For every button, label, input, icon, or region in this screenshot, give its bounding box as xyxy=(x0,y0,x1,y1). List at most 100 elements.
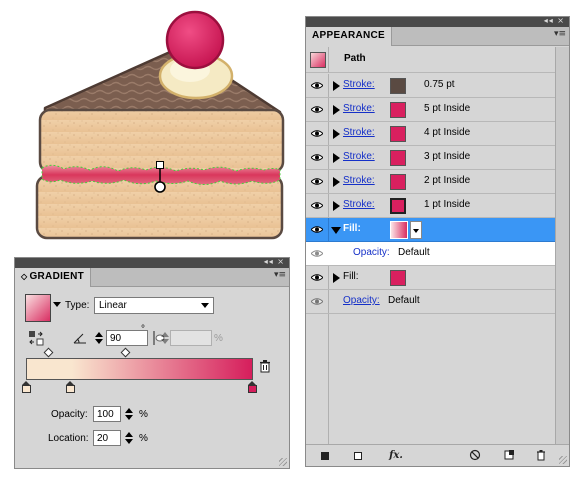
stroke-swatch[interactable] xyxy=(390,198,406,214)
angle-icon xyxy=(73,333,86,344)
appearance-row-stroke-1[interactable]: Stroke: 0.75 pt xyxy=(306,74,569,98)
stroke-weight[interactable]: 4 pt Inside xyxy=(424,127,470,138)
stroke-link[interactable]: Stroke: xyxy=(343,199,375,210)
opacity-link[interactable]: Opacity: xyxy=(353,247,390,258)
eye-column xyxy=(306,146,329,169)
eye-icon[interactable] xyxy=(311,153,323,162)
opacity-link[interactable]: Opacity: xyxy=(343,295,380,306)
tab-appearance[interactable]: APPEARANCE xyxy=(306,27,393,46)
expand-triangle-icon[interactable] xyxy=(333,81,340,91)
eye-icon[interactable] xyxy=(311,81,323,90)
panel-menu-icon[interactable]: ▾≡ xyxy=(554,29,566,39)
stroke-weight[interactable]: 3 pt Inside xyxy=(424,151,470,162)
gradient-fill-swatch[interactable] xyxy=(390,221,408,239)
gradient-slider[interactable] xyxy=(26,358,253,380)
stroke-swatch[interactable] xyxy=(390,174,406,190)
expand-triangle-icon[interactable] xyxy=(333,177,340,187)
type-select-value: Linear xyxy=(99,300,127,311)
stroke-swatch[interactable] xyxy=(390,78,406,94)
eye-icon[interactable] xyxy=(311,273,323,282)
gradient-stop-mid[interactable] xyxy=(66,381,75,393)
collapse-close-icons[interactable]: ◂◂ × xyxy=(544,16,565,25)
panel-title-bar[interactable]: ◂◂ × xyxy=(306,16,569,27)
eye-icon[interactable] xyxy=(311,249,323,258)
expand-triangle-icon[interactable] xyxy=(333,105,340,115)
fill-label[interactable]: Fill: xyxy=(343,271,359,282)
stroke-link[interactable]: Stroke: xyxy=(343,151,375,162)
appearance-row-fill[interactable]: Fill: xyxy=(306,266,569,290)
stroke-link[interactable]: Stroke: xyxy=(343,175,375,186)
midpoint-diamond[interactable] xyxy=(120,347,131,358)
eye-icon[interactable] xyxy=(311,297,323,306)
resize-grip-icon[interactable] xyxy=(279,458,287,466)
trash-icon[interactable] xyxy=(259,359,271,373)
new-item-icon[interactable] xyxy=(502,449,516,463)
fill-swatch[interactable] xyxy=(390,270,406,286)
panel-menu-icon[interactable]: ▾≡ xyxy=(274,270,286,280)
trash-icon[interactable] xyxy=(534,449,548,463)
eye-icon[interactable] xyxy=(311,201,323,210)
eye-icon[interactable] xyxy=(311,177,323,186)
appearance-row-stroke-6[interactable]: Stroke: 1 pt Inside xyxy=(306,194,569,218)
appearance-row-fill-selected[interactable]: Fill: xyxy=(306,218,569,242)
appearance-row-opacity[interactable]: Opacity: Default xyxy=(306,290,569,314)
stroke-weight[interactable]: 5 pt Inside xyxy=(424,103,470,114)
panel-tab-row: ◇ GRADIENT ▾≡ xyxy=(15,268,289,287)
empty-square-icon[interactable] xyxy=(351,449,365,463)
gradient-stop-end[interactable] xyxy=(248,381,257,393)
eye-column-empty xyxy=(306,314,329,444)
square-icon[interactable] xyxy=(318,449,332,463)
opacity-value: Default xyxy=(388,295,420,306)
eye-column xyxy=(306,242,329,265)
stroke-swatch[interactable] xyxy=(390,126,406,142)
appearance-row-stroke-5[interactable]: Stroke: 2 pt Inside xyxy=(306,170,569,194)
tab-gradient[interactable]: ◇ GRADIENT xyxy=(15,268,92,287)
stroke-weight[interactable]: 0.75 pt xyxy=(424,79,455,90)
eye-icon[interactable] xyxy=(311,129,323,138)
appearance-toolbar: fx. xyxy=(306,444,569,466)
appearance-row-stroke-4[interactable]: Stroke: 3 pt Inside xyxy=(306,146,569,170)
stroke-weight[interactable]: 1 pt Inside xyxy=(424,199,470,210)
expand-triangle-icon[interactable] xyxy=(333,273,340,283)
angle-stepper[interactable] xyxy=(95,331,103,345)
opacity-value: Default xyxy=(398,247,430,258)
expand-triangle-icon[interactable] xyxy=(333,153,340,163)
opacity-value: 100 xyxy=(97,409,114,420)
fx-icon[interactable]: fx. xyxy=(386,449,406,463)
appearance-row-fill-opacity[interactable]: Opacity: Default xyxy=(306,242,569,266)
path-thumbnail-icon xyxy=(310,52,326,68)
collapse-close-icons[interactable]: ◂◂ × xyxy=(264,257,285,266)
expand-triangle-icon[interactable] xyxy=(333,129,340,139)
path-header-row[interactable]: Path xyxy=(306,47,569,73)
gradient-stop-start[interactable] xyxy=(22,381,31,393)
stroke-swatch[interactable] xyxy=(390,102,406,118)
gradient-preview-swatch[interactable] xyxy=(25,294,51,322)
type-select[interactable]: Linear xyxy=(94,297,214,314)
midpoint-diamond[interactable] xyxy=(43,347,54,358)
opacity-stepper[interactable] xyxy=(125,407,133,421)
expand-triangle-icon[interactable] xyxy=(333,201,340,211)
eye-icon[interactable] xyxy=(311,105,323,114)
panel-title-bar[interactable]: ◂◂ × xyxy=(15,257,289,268)
stroke-weight[interactable]: 2 pt Inside xyxy=(424,175,470,186)
stroke-link[interactable]: Stroke: xyxy=(343,79,375,90)
no-icon[interactable] xyxy=(468,449,482,463)
fill-dropdown-button[interactable] xyxy=(410,221,422,239)
chevron-down-icon[interactable] xyxy=(53,302,61,307)
opacity-field[interactable]: 100 xyxy=(93,406,121,422)
tab-gradient-label: GRADIENT xyxy=(29,271,85,282)
location-field[interactable]: 20 xyxy=(93,430,121,446)
stroke-swatch[interactable] xyxy=(390,150,406,166)
stroke-link[interactable]: Stroke: xyxy=(343,103,375,114)
scrollbar[interactable] xyxy=(555,47,569,444)
appearance-row-stroke-2[interactable]: Stroke: 5 pt Inside xyxy=(306,98,569,122)
reverse-gradient-icon[interactable] xyxy=(28,330,44,346)
eye-icon[interactable] xyxy=(311,225,323,234)
resize-grip-icon[interactable] xyxy=(559,456,567,464)
collapse-triangle-icon[interactable] xyxy=(331,227,341,234)
location-stepper[interactable] xyxy=(125,431,133,445)
appearance-row-stroke-3[interactable]: Stroke: 4 pt Inside xyxy=(306,122,569,146)
eye-column xyxy=(306,47,329,72)
stroke-link[interactable]: Stroke: xyxy=(343,127,375,138)
fill-label[interactable]: Fill: xyxy=(343,223,361,234)
